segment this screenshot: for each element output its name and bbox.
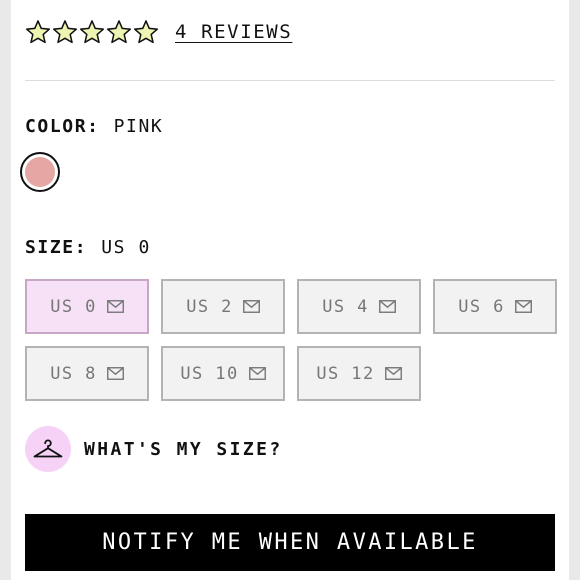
star-icon: [25, 20, 51, 44]
mail-icon: [248, 367, 266, 380]
star-rating: [25, 19, 159, 45]
mail-icon: [514, 300, 532, 313]
size-guide-link[interactable]: WHAT'S MY SIZE?: [25, 426, 283, 472]
size-value: US 0: [101, 237, 151, 258]
size-option-us-8[interactable]: US 8: [25, 346, 149, 401]
hanger-icon-circle: [25, 426, 71, 472]
size-option-us-6[interactable]: US 6: [433, 279, 557, 334]
star-icon: [79, 20, 105, 44]
swatch-dot: [25, 157, 55, 187]
rating-row: 4 REVIEWS: [25, 16, 292, 48]
star-icon: [133, 20, 159, 44]
size-label: SIZE:: [25, 237, 88, 258]
color-heading: COLOR: PINK: [25, 116, 163, 137]
size-option-label: US 12: [316, 363, 375, 384]
size-option-us-4[interactable]: US 4: [297, 279, 421, 334]
hanger-icon: [33, 439, 63, 458]
size-option-label: US 2: [186, 296, 233, 317]
divider: [25, 80, 555, 81]
color-label: COLOR:: [25, 116, 100, 137]
size-option-label: US 10: [180, 363, 239, 384]
size-options: US 0 US 2 US 4 US 6 US 8 US 10 US 12: [25, 279, 557, 401]
mail-icon: [106, 367, 124, 380]
size-option-label: US 8: [50, 363, 97, 384]
size-guide-label: WHAT'S MY SIZE?: [84, 438, 283, 460]
mail-icon: [384, 367, 402, 380]
color-swatch-pink[interactable]: [20, 152, 60, 192]
notify-me-button[interactable]: NOTIFY ME WHEN AVAILABLE: [25, 514, 555, 571]
star-icon: [106, 20, 132, 44]
size-option-us-2[interactable]: US 2: [161, 279, 285, 334]
mail-icon: [242, 300, 260, 313]
size-option-us-12[interactable]: US 12: [297, 346, 421, 401]
size-option-label: US 4: [322, 296, 369, 317]
mail-icon: [106, 300, 124, 313]
reviews-link[interactable]: 4 REVIEWS: [175, 21, 292, 43]
size-option-us-10[interactable]: US 10: [161, 346, 285, 401]
size-option-label: US 0: [50, 296, 97, 317]
size-option-us-0[interactable]: US 0: [25, 279, 149, 334]
color-value: PINK: [113, 116, 164, 137]
mail-icon: [378, 300, 396, 313]
size-heading: SIZE: US 0: [25, 237, 151, 258]
size-option-label: US 6: [458, 296, 505, 317]
star-icon: [52, 20, 78, 44]
